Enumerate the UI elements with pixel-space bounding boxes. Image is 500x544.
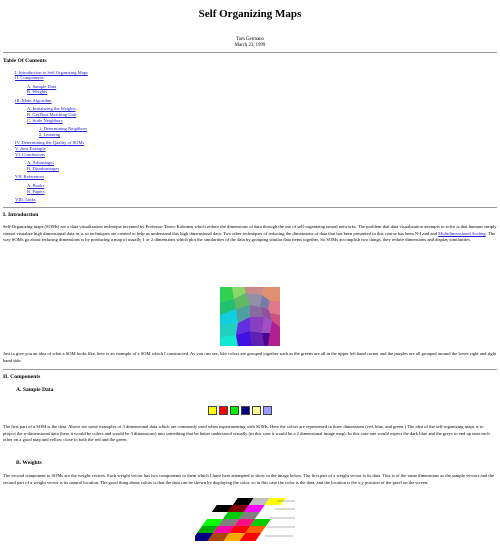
toc-link[interactable]: B. Get Best Matching Unit xyxy=(27,112,76,117)
author-block: Tom Germano March 23, 1999 xyxy=(0,37,500,49)
toc-link[interactable]: B. Weights xyxy=(27,89,47,94)
section-heading-components: II. Components xyxy=(3,374,41,380)
toc-link[interactable]: I. Introduction to Self Organizing Maps xyxy=(15,70,88,75)
toc-link[interactable]: VII. References xyxy=(15,174,44,179)
toc-link[interactable]: IV. Determining the Quality of SOMs xyxy=(15,140,84,145)
divider xyxy=(3,206,497,208)
toc-link[interactable]: A. Sample Data xyxy=(27,84,56,89)
color-swatch xyxy=(252,406,261,415)
toc-link[interactable]: VIII. Links xyxy=(15,197,36,202)
color-swatch xyxy=(241,406,250,415)
toc-link[interactable]: B. Papers xyxy=(27,189,45,194)
toc-item: VI. Conclusions xyxy=(15,152,500,158)
toc-item: VIII. Links xyxy=(15,197,500,203)
toc-item: VII. References xyxy=(15,174,500,180)
section-heading-introduction: I. Introduction xyxy=(3,211,39,218)
color-swatch xyxy=(219,406,228,415)
toc-link[interactable]: A. Initializing the Weights xyxy=(27,106,76,111)
weights-paragraph: The second component to SOMs are the wei… xyxy=(3,473,494,485)
toc-link[interactable]: 1. Determining Neighbors xyxy=(39,126,87,131)
sample-data-paragraph: The first part of a SOM is the data. Abo… xyxy=(3,424,490,443)
som-example-image xyxy=(220,287,280,346)
toc-item: 2. Learning xyxy=(39,132,500,138)
document-page: Self Organizing Maps Tom Germano March 2… xyxy=(0,0,500,544)
toc-link[interactable]: II. Components xyxy=(15,75,44,80)
color-swatch xyxy=(230,406,239,415)
toc-item: B. Weights xyxy=(27,89,500,95)
toc-item: II. Components xyxy=(15,75,500,81)
toc-link[interactable]: VI. Conclusions xyxy=(15,152,45,157)
intro-paragraph-2: Just to give you an idea of what a SOM l… xyxy=(3,351,497,363)
subsection-heading-sample-data: A. Sample Data xyxy=(16,387,54,393)
toc-item: B. Papers xyxy=(27,189,500,195)
toc-link[interactable]: C. Scale Neighbors xyxy=(27,118,63,123)
toc-link[interactable]: III. Main Algorithm xyxy=(15,98,52,103)
weight-vectors-diagram xyxy=(195,498,295,541)
page-title: Self Organizing Maps xyxy=(198,8,302,20)
toc-link[interactable]: B. Disadvantages xyxy=(27,166,59,171)
mds-link[interactable]: Multidimensional Scaling xyxy=(438,231,486,236)
toc-item: III. Main Algorithm xyxy=(15,98,500,104)
table-of-contents: I. Introduction to Self Organizing Maps I… xyxy=(0,70,500,203)
toc-link[interactable]: 2. Learning xyxy=(39,132,60,137)
toc-item: C. Scale Neighbors xyxy=(27,118,500,124)
toc-link[interactable]: A. Advantages xyxy=(27,160,54,165)
publish-date: March 23, 1999 xyxy=(234,43,266,49)
toc-heading: Table Of Contents xyxy=(3,58,47,65)
color-swatch xyxy=(263,406,272,415)
intro-paragraph: Self-Organizing maps (SOMs) are a data v… xyxy=(3,223,497,243)
subsection-heading-weights: B. Weights xyxy=(16,460,42,466)
divider xyxy=(3,52,497,54)
sample-data-swatches xyxy=(208,406,274,415)
toc-item: B. Disadvantages xyxy=(27,166,500,172)
divider xyxy=(3,369,497,370)
toc-link[interactable]: A. Books xyxy=(27,183,44,188)
color-swatch xyxy=(208,406,217,415)
toc-link[interactable]: V. Java Example xyxy=(15,146,46,151)
